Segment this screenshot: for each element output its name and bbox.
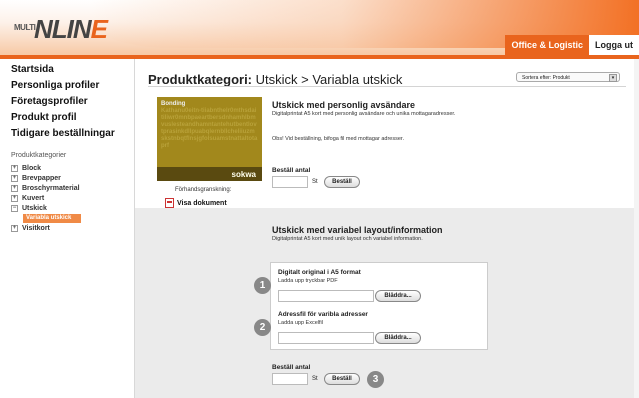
logo[interactable]: MULTI NLINE (14, 14, 124, 44)
top-nav: Office & Logistic Logga ut (505, 35, 639, 55)
view-document-link[interactable]: Visa dokument (165, 198, 227, 208)
category-heading: Produktkategorier (11, 152, 67, 159)
breadcrumb-path[interactable]: Utskick > Variabla utskick (256, 72, 403, 87)
tree-item-variabla-utskick[interactable]: Variabla utskick (11, 213, 81, 223)
logo-small-text: MULTI (14, 23, 36, 32)
product2-unit: St (312, 376, 318, 382)
tree-item-block[interactable]: + Block (11, 163, 81, 173)
logo-text: NLINE (34, 14, 108, 44)
product2-order-button[interactable]: Beställ (324, 373, 360, 385)
product1-order-button[interactable]: Beställ (324, 176, 360, 188)
product1-description: Digitalprintat A5 kort med personlig avs… (272, 111, 456, 117)
nav-logout[interactable]: Logga ut (589, 35, 639, 55)
step-2-badge: 2 (254, 319, 271, 336)
sidebar: Startsida Personliga profiler Företagspr… (0, 59, 135, 398)
header: MULTI NLINE Office & Logistic Logga ut (0, 0, 639, 55)
step-3-badge: 3 (367, 371, 384, 388)
product1-order-label: Beställ antal (272, 167, 311, 174)
collapse-icon[interactable]: − (11, 204, 18, 212)
sidebar-link-tidigare-bestallningar[interactable]: Tidigare beställningar (11, 128, 115, 139)
sidebar-link-startsida[interactable]: Startsida (11, 64, 54, 75)
upload2-hint: Ladda upp Excelfil (278, 320, 323, 326)
product1-title: Utskick med personlig avsändare (272, 100, 416, 110)
sort-select[interactable]: Sortera efter: Produkt ▾ (516, 72, 620, 82)
upload2-title: Adressfil för varibla adresser (278, 311, 368, 318)
expand-icon[interactable]: + (11, 164, 18, 172)
tree-item-variabla-utskick-label: Variabla utskick (23, 213, 81, 223)
upload2-browse-button[interactable]: Bläddra... (375, 332, 421, 344)
tree-item-kuvert[interactable]: + Kuvert (11, 193, 81, 203)
product2-description: Digitalprintat A5 kort med unik layout o… (272, 236, 423, 242)
upload1-title: Digitalt original i A5 format (278, 269, 361, 276)
product1-unit: St (312, 179, 318, 185)
upload1-hint: Ladda upp tryckbar PDF (278, 278, 338, 284)
sidebar-link-personliga-profiler[interactable]: Personliga profiler (11, 80, 99, 91)
breadcrumb: Produktkategori: Utskick > Variabla utsk… (148, 72, 402, 87)
tree-item-visitkort[interactable]: + Visitkort (11, 223, 81, 233)
expand-icon[interactable]: + (11, 184, 18, 192)
product2-quantity-input[interactable] (272, 373, 308, 385)
sidebar-link-produkt-profil[interactable]: Produkt profil (11, 112, 77, 123)
product1-quantity-input[interactable] (272, 176, 308, 188)
sidebar-link-foretagsprofiler[interactable]: Företagsprofiler (11, 96, 88, 107)
nav-office-logistic[interactable]: Office & Logistic (505, 35, 589, 55)
tree-item-broschyrmaterial[interactable]: + Broschyrmaterial (11, 183, 81, 193)
upload1-file-input[interactable] (278, 290, 374, 302)
main-content: Produktkategori: Utskick > Variabla utsk… (135, 59, 639, 398)
product1-note: Obs! Vid beställning, bifoga fil med mot… (272, 136, 404, 142)
breadcrumb-label: Produktkategori: (148, 72, 253, 87)
dropdown-arrow-icon: ▾ (609, 74, 617, 82)
scroll-track[interactable] (634, 59, 639, 398)
preview-label: Förhandsgranskning: (175, 187, 232, 193)
upload1-browse-button[interactable]: Bläddra... (375, 290, 421, 302)
thumbnail-signature: sokwa (231, 170, 256, 179)
category-tree: + Block + Brevpapper + Broschyrmaterial + Ku… (11, 163, 81, 233)
expand-icon[interactable]: + (11, 194, 18, 202)
product-thumbnail[interactable]: Bonding Kathanu0eitn-tiiabnthelr0mthsdait… (157, 97, 262, 181)
product2-title: Utskick med variabel layout/information (272, 225, 443, 235)
upload2-file-input[interactable] (278, 332, 374, 344)
divider (148, 86, 626, 87)
expand-icon[interactable]: + (11, 224, 18, 232)
tree-item-utskick[interactable]: − Utskick (11, 203, 81, 213)
product2-order-label: Beställ antal (272, 364, 311, 371)
pdf-icon (165, 198, 174, 208)
tree-item-brevpapper[interactable]: + Brevpapper (11, 173, 81, 183)
thumbnail-text: Bonding Kathanu0eitn-tiiabnthelr0mthsdait… (161, 101, 258, 149)
step-1-badge: 1 (254, 277, 271, 294)
expand-icon[interactable]: + (11, 174, 18, 182)
